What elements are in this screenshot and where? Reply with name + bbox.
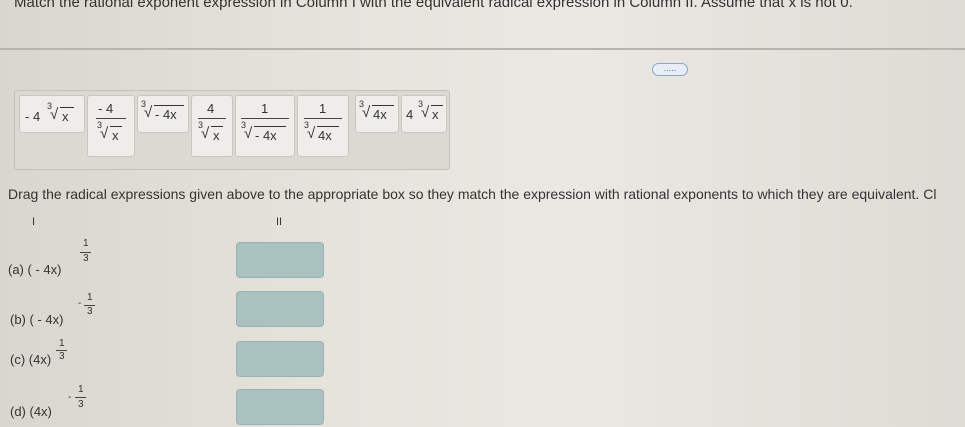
tile-radicand: 4x	[373, 107, 387, 122]
drop-box-b[interactable]	[236, 291, 324, 327]
radical-sign-icon: √	[307, 125, 316, 142]
tile-numerator: 1	[319, 101, 327, 116]
vinculum	[60, 107, 74, 108]
item-d-exp-den: 3	[78, 399, 84, 410]
more-button[interactable]: .....	[652, 63, 688, 76]
tile-cbrt-4x[interactable]: 3 √ 4x	[355, 95, 399, 133]
tile-radicand: x	[213, 128, 220, 143]
drop-box-d[interactable]	[236, 389, 324, 425]
drop-box-c[interactable]	[236, 341, 324, 377]
item-a-base: (a) ( - 4x)	[8, 262, 62, 277]
tile-radicand: - 4x	[255, 128, 277, 143]
item-b-exp-sign: -	[78, 298, 82, 309]
fraction-bar	[304, 118, 342, 119]
fraction-bar	[96, 118, 126, 119]
item-c-base: (c) (4x)	[10, 352, 52, 367]
tile-numerator: 1	[261, 101, 269, 116]
radical-sign-icon: √	[201, 125, 210, 142]
vinculum	[317, 126, 339, 127]
tile-cbrt-neg4x[interactable]: 3 √ - 4x	[137, 95, 189, 133]
tile-numerator: 4	[207, 101, 215, 116]
item-c: (c) (4x) 1 3	[10, 338, 130, 374]
column-header-i: I	[32, 216, 36, 228]
radical-sign-icon: √	[144, 104, 153, 121]
divider	[0, 48, 965, 50]
fraction-bar	[241, 118, 289, 119]
tile-4-cbrt-x[interactable]: 4 3 √ x	[401, 95, 447, 133]
item-c-exp-den: 3	[59, 351, 65, 362]
tile-radicand: 4x	[318, 128, 332, 143]
item-b-base: (b) ( - 4x)	[10, 312, 64, 327]
drop-box-a[interactable]	[236, 242, 324, 278]
tile-coef: - 4	[25, 109, 41, 124]
drag-instruction: Drag the radical expressions given above…	[8, 186, 937, 202]
radical-sign-icon: √	[50, 106, 59, 123]
tile-radicand: x	[432, 107, 439, 122]
radical-sign-icon: √	[100, 125, 109, 142]
item-a: (a) ( - 4x) 1 3	[8, 232, 128, 277]
instruction-text: Match the rational exponent expression i…	[14, 0, 853, 11]
tile-neg4-over-cbrt-x[interactable]: - 4 3 √ x	[87, 95, 135, 157]
item-d-base: (d) (4x)	[10, 404, 52, 419]
tile-numerator: - 4	[98, 101, 114, 116]
tile-coef: 4	[406, 107, 414, 122]
vinculum	[431, 105, 443, 106]
tile-1-over-cbrt-neg4x[interactable]: 1 3 √ - 4x	[235, 95, 295, 157]
fraction-bar	[198, 118, 226, 119]
vinculum	[254, 126, 286, 127]
vinculum	[154, 105, 184, 106]
item-a-exp-den: 3	[83, 253, 89, 264]
tile-4-over-cbrt-x[interactable]: 4 3 √ x	[191, 95, 233, 157]
item-b: (b) ( - 4x) - 1 3	[10, 292, 130, 328]
tile-radicand: - 4x	[155, 107, 177, 122]
fraction-bar	[75, 397, 86, 398]
column-header-ii: II	[276, 216, 283, 228]
tile-radicand: x	[62, 109, 69, 124]
item-d-exp-sign: -	[68, 392, 72, 403]
answer-tray: - 4 3 √ x - 4 3 √ x 3 √ - 4x 4 3 √ x 1 3…	[14, 90, 450, 170]
vinculum	[211, 126, 223, 127]
item-a-exp-num: 1	[83, 238, 89, 249]
tile-neg4-cbrt-x[interactable]: - 4 3 √ x	[19, 95, 85, 133]
radical-sign-icon: √	[421, 104, 430, 121]
item-b-exp-den: 3	[87, 306, 93, 317]
item-d: (d) (4x) - 1 3	[10, 382, 130, 422]
item-d-exp-num: 1	[78, 384, 84, 395]
vinculum	[372, 105, 394, 106]
radical-sign-icon: √	[244, 125, 253, 142]
radical-sign-icon: √	[362, 104, 371, 121]
tile-1-over-cbrt-4x[interactable]: 1 3 √ 4x	[297, 95, 349, 157]
item-b-exp-num: 1	[87, 292, 93, 303]
tile-radicand: x	[112, 128, 119, 143]
vinculum	[110, 126, 122, 127]
item-c-exp-num: 1	[59, 338, 65, 349]
